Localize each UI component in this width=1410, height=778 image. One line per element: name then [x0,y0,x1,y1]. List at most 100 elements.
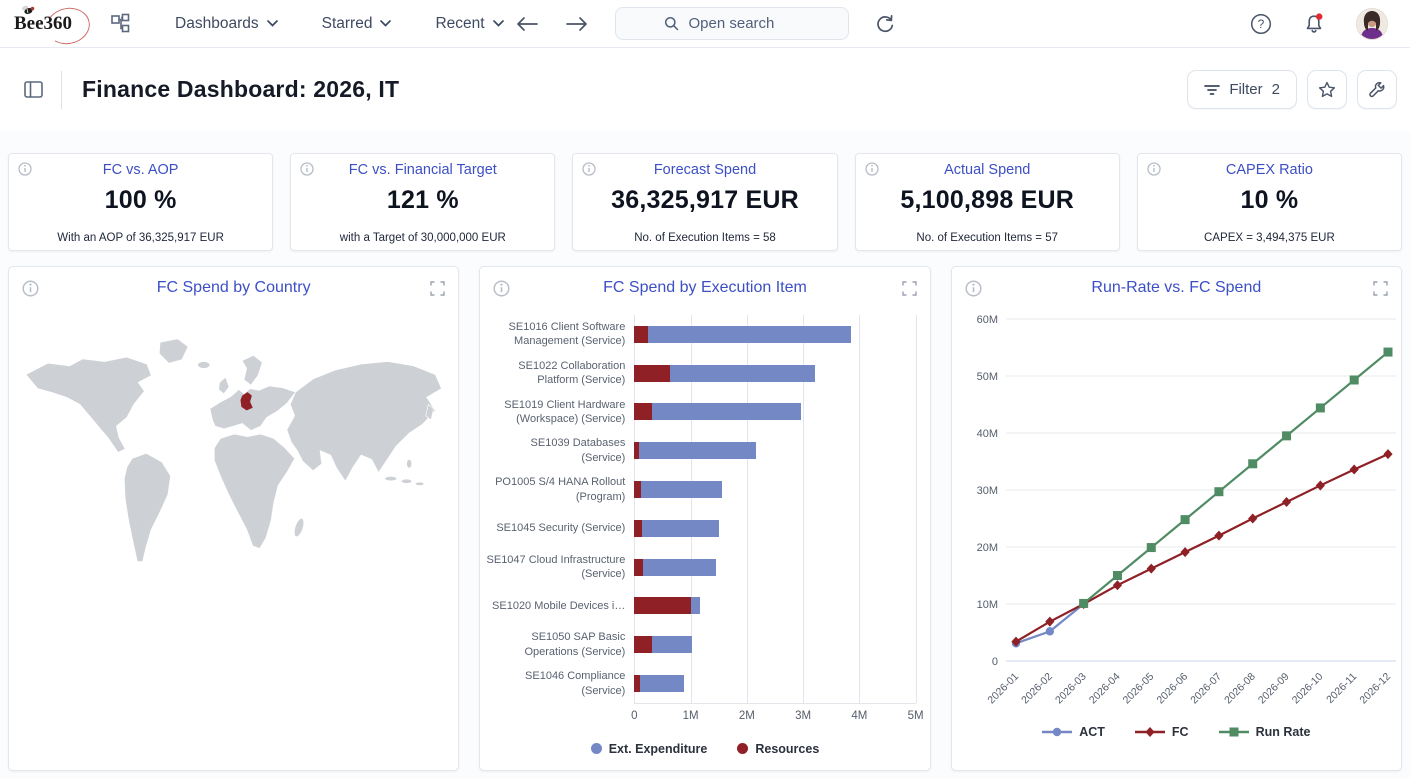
axis-tick-label: 3M [795,710,811,722]
data-point-marker[interactable] [1180,547,1189,557]
bar-segment-ext-expenditure[interactable] [643,559,716,576]
data-point-marker[interactable] [1079,599,1088,608]
info-icon[interactable] [865,162,879,176]
data-point-marker[interactable] [1180,515,1189,524]
data-point-marker[interactable] [1214,487,1223,496]
panel-fc-spend-by-country: FC Spend by Country [8,266,459,771]
data-point-marker[interactable] [1316,403,1325,412]
map-region-south-america [124,453,170,561]
bar-segment-ext-expenditure[interactable] [641,481,722,498]
info-icon[interactable] [582,162,596,176]
back-arrow-icon[interactable] [515,16,539,32]
filter-icon [1204,84,1220,96]
bar-segment-ext-expenditure[interactable] [648,326,851,343]
data-point-marker[interactable] [1349,375,1358,384]
data-point-marker[interactable] [1045,627,1053,635]
kpi-value: 5,100,898 EUR [900,186,1074,215]
settings-button[interactable] [1357,70,1397,109]
legend-item[interactable]: ACT [1042,725,1105,739]
data-point-marker[interactable] [1383,449,1392,459]
kpi-footer: No. of Execution Items = 58 [634,232,776,244]
bar-segment-ext-expenditure[interactable] [639,442,756,459]
data-point-marker[interactable] [1383,348,1392,357]
data-point-marker[interactable] [1315,480,1324,490]
data-point-marker[interactable] [1045,617,1054,627]
expand-icon[interactable] [430,281,445,296]
info-icon[interactable] [965,280,982,297]
panel-title: FC Spend by Country [157,279,311,297]
legend-label: Resources [755,742,819,756]
bar-row [634,548,915,587]
info-icon[interactable] [493,280,510,297]
data-point-marker[interactable] [1248,514,1257,524]
data-point-marker[interactable] [1146,543,1155,552]
data-point-marker[interactable] [1229,728,1238,737]
bar-segment-ext-expenditure[interactable] [670,365,815,382]
nav-recent-label: Recent [435,15,484,33]
search-box[interactable] [615,7,849,40]
star-button[interactable] [1307,70,1347,109]
bar-row [634,509,915,548]
info-icon[interactable] [18,162,32,176]
axis-tick-label: 0 [631,710,637,722]
sidebar-toggle-icon[interactable] [24,81,43,98]
info-icon[interactable] [22,280,39,297]
bar-segment-ext-expenditure[interactable] [652,403,802,420]
data-point-marker[interactable] [1248,459,1257,468]
legend-item[interactable]: Run Rate [1219,725,1311,739]
bar-segment-ext-expenditure[interactable] [642,520,720,537]
forward-arrow-icon[interactable] [565,16,589,32]
refresh-icon[interactable] [875,14,895,34]
bar-segment-resources[interactable] [634,597,691,614]
bar-category-label: SE1047 Cloud Infrastructure (Service) [484,548,625,587]
nav-dashboards[interactable]: Dashboards [175,15,278,33]
expand-icon[interactable] [902,281,917,296]
app-logo[interactable]: Bee360 [14,11,82,37]
bar-segment-ext-expenditure[interactable] [691,597,699,614]
data-point-marker[interactable] [1146,564,1155,574]
filter-button[interactable]: Filter 2 [1187,70,1297,109]
avatar[interactable] [1356,8,1388,40]
notification-bell-icon[interactable] [1302,12,1326,36]
bar-segment-ext-expenditure[interactable] [652,636,693,653]
panel-fc-spend-by-execution-item: FC Spend by Execution Item SE1016 Client… [479,266,930,771]
bar-segment-resources[interactable] [634,326,648,343]
bar-segment-resources[interactable] [634,520,641,537]
data-point-marker[interactable] [1113,580,1122,590]
nav-starred[interactable]: Starred [322,15,392,33]
info-icon[interactable] [1147,162,1161,176]
bar-segment-resources[interactable] [634,365,670,382]
x-axis-label: 2026-06 [1154,671,1190,707]
data-point-marker[interactable] [1282,497,1291,507]
kpi-title: FC vs. Financial Target [349,162,497,178]
nav-recent[interactable]: Recent [435,15,503,33]
legend-item[interactable]: FC [1135,725,1189,739]
bar-segment-resources[interactable] [634,403,651,420]
svg-text:?: ? [1258,17,1265,31]
main-nav: Dashboards Starred Recent [175,15,504,33]
data-point-marker[interactable] [1282,431,1291,440]
bar-row [634,354,915,393]
data-point-marker[interactable] [1113,571,1122,580]
legend-item[interactable]: Resources [737,742,819,756]
axis-tick-label: 1M [683,710,699,722]
filter-count-badge: 2 [1272,81,1280,98]
info-icon[interactable] [300,162,314,176]
bar-segment-resources[interactable] [634,559,642,576]
world-map[interactable] [15,323,452,653]
data-point-marker[interactable] [1053,728,1061,736]
hierarchy-icon[interactable] [110,13,131,34]
search-input[interactable] [687,14,801,33]
help-icon[interactable]: ? [1250,13,1272,35]
bar-chart-x-axis: 01M2M3M4M5M [480,704,929,728]
data-point-marker[interactable] [1214,531,1223,541]
data-point-marker[interactable] [1145,727,1154,737]
y-axis-label: 10M [976,599,997,611]
data-point-marker[interactable] [1349,464,1358,474]
expand-icon[interactable] [1373,281,1388,296]
bar-segment-resources[interactable] [634,636,651,653]
bar-segment-ext-expenditure[interactable] [640,675,684,692]
chevron-down-icon [267,20,278,27]
kpi-title: CAPEX Ratio [1226,162,1313,178]
legend-item[interactable]: Ext. Expenditure [591,742,708,756]
